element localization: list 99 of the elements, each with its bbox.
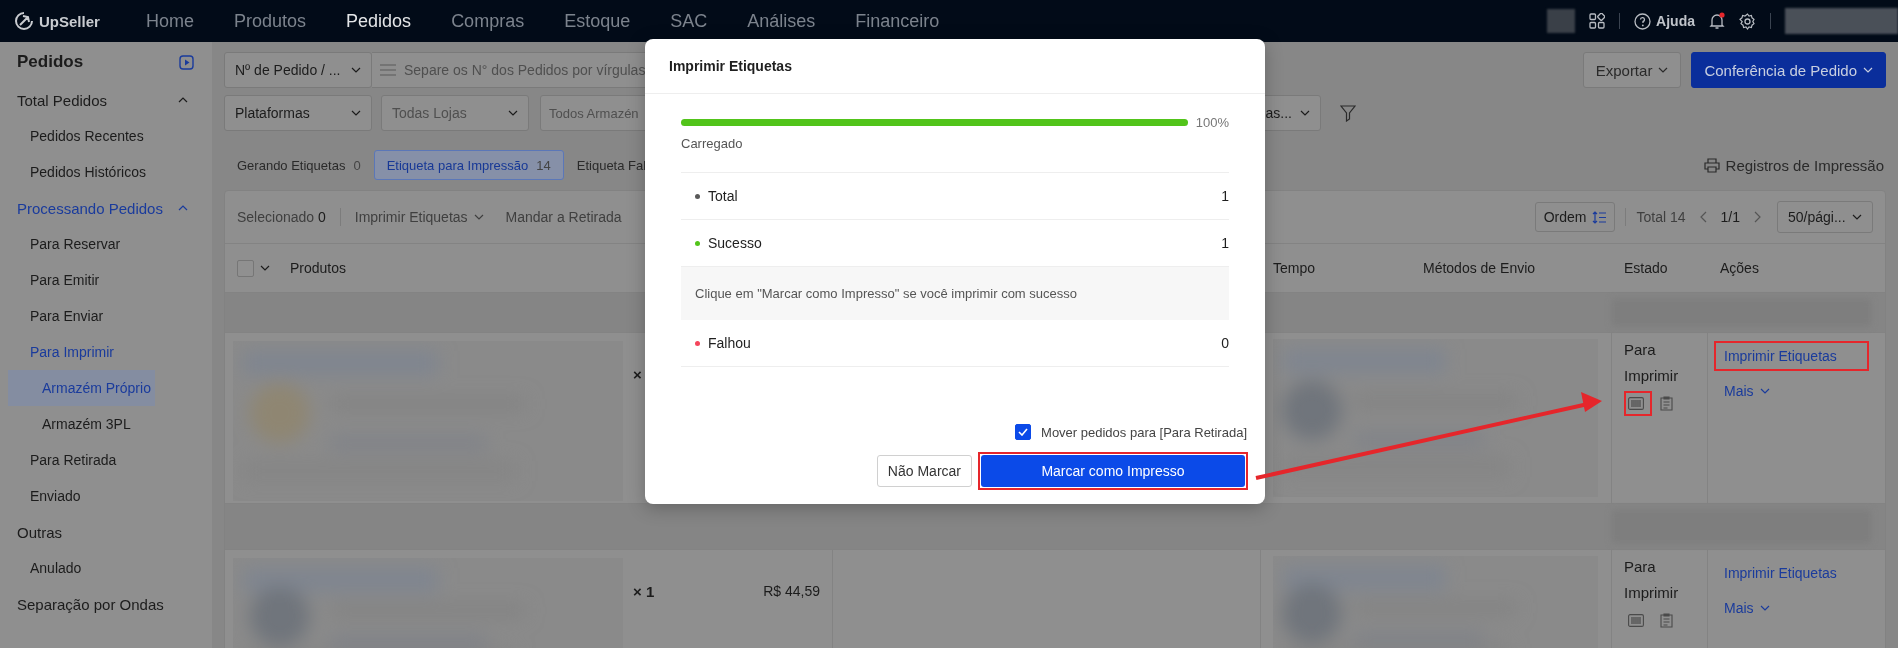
dont-mark-button[interactable]: Não Marcar	[876, 455, 972, 487]
help-link[interactable]: Ajuda	[1656, 13, 1695, 29]
sidebar-item[interactable]: Anulado	[0, 550, 212, 586]
nav-tab[interactable]: Compras	[431, 10, 545, 32]
list-icon	[380, 64, 396, 76]
logo-text: UpSeller	[39, 12, 100, 30]
result-label: Total	[708, 188, 738, 204]
more-link[interactable]: Mais	[1724, 383, 1754, 399]
nav-tab[interactable]: Estoque	[544, 10, 651, 32]
sidebar-item[interactable]: Processando Pedidos	[0, 190, 212, 226]
status-text: Para Imprimir	[1624, 557, 1680, 603]
sidebar-item[interactable]: Total Pedidos	[0, 82, 212, 118]
help-icon[interactable]	[1634, 12, 1652, 30]
mark-printed-button[interactable]: Marcar como Impresso	[981, 455, 1245, 487]
send-pickup-button[interactable]: Mandar a Retirada	[505, 209, 622, 225]
dialog-title: Imprimir Etiquetas	[669, 58, 792, 74]
sidebar-item[interactable]: Armazém 3PL	[0, 406, 212, 442]
sidebar-item[interactable]: Para Reservar	[0, 226, 212, 262]
blurred-block	[1547, 9, 1576, 33]
column-header: Ações	[1720, 260, 1759, 276]
sidebar-item[interactable]: Outras	[0, 514, 212, 550]
quantity: × 1	[633, 583, 656, 600]
selected-count: Selecionado 0	[237, 209, 326, 225]
checkbox[interactable]	[237, 259, 254, 277]
progress-caption: Carregado	[681, 136, 743, 151]
sidebar-item[interactable]: Para Enviar	[0, 298, 212, 334]
hint-note: Clique em "Marcar como Impresso" se você imprimir com sucesso	[681, 267, 1229, 320]
result-count: 1	[1221, 235, 1229, 251]
progress-reading: 100%	[1195, 115, 1229, 130]
nav-tab[interactable]: Pedidos	[326, 10, 432, 32]
chevron-down-icon	[260, 265, 270, 271]
order-button[interactable]: Ordem	[1534, 202, 1616, 232]
export-button[interactable]: Exportar	[1582, 52, 1682, 88]
filter-select[interactable]: Plataformas	[224, 95, 372, 131]
printer-icon	[1703, 157, 1720, 173]
chevron-down-icon	[1863, 67, 1873, 73]
barcode-icon[interactable]	[1628, 397, 1644, 410]
barcode-icon[interactable]	[1628, 614, 1644, 627]
filter-icon[interactable]	[1340, 104, 1356, 122]
chevron-down-icon	[351, 110, 361, 116]
logo-icon	[14, 11, 34, 31]
price: R$ 44,59	[762, 583, 821, 599]
clipboard-icon[interactable]	[1660, 396, 1673, 411]
sidebar-item[interactable]: Armazém Próprio	[8, 370, 155, 406]
settings-icon[interactable]	[1739, 12, 1756, 30]
nav-tab[interactable]: Análises	[727, 10, 836, 32]
checkbox-label: Mover pedidos para [Para Retirada]	[1041, 424, 1247, 440]
chevron-down-icon	[1852, 214, 1862, 220]
nav-tab[interactable]: Home	[126, 10, 214, 32]
nav-tab[interactable]: Financeiro	[835, 10, 960, 32]
quantity: ×	[633, 366, 643, 383]
more-link[interactable]: Mais	[1724, 600, 1754, 616]
sidebar-title: Pedidos	[17, 52, 84, 72]
column-header: Produtos	[290, 260, 347, 276]
clipboard-icon[interactable]	[1660, 613, 1673, 628]
sidebar-item[interactable]: Para Imprimir	[0, 334, 212, 370]
status-tab[interactable]: Etiqueta Fal	[563, 150, 660, 180]
print-labels-link[interactable]: Imprimir Etiquetas	[1724, 565, 1837, 581]
sidebar-item[interactable]: Para Emitir	[0, 262, 212, 298]
result-count: 1	[1221, 188, 1229, 204]
play-icon[interactable]	[179, 54, 194, 70]
total-count: Total 14	[1636, 209, 1686, 225]
sidebar-item[interactable]: Enviado	[0, 478, 212, 514]
sidebar-item[interactable]: Pedidos Históricos	[0, 154, 212, 190]
column-header: Métodos de Envio	[1423, 260, 1536, 276]
bell-icon[interactable]	[1709, 12, 1725, 30]
chevron-down-icon	[1759, 388, 1770, 394]
column-header: Tempo	[1273, 260, 1316, 276]
order-check-button[interactable]: Conferência de Pedido	[1691, 52, 1886, 88]
status-text: Para Imprimir	[1624, 340, 1680, 386]
chevron-down-icon	[473, 214, 484, 220]
grid-icon[interactable]	[1589, 13, 1606, 29]
check-icon	[1018, 428, 1029, 436]
chevron-down-icon	[1759, 605, 1770, 611]
chevron-down-icon	[1658, 67, 1669, 73]
column-header: Estado	[1624, 260, 1668, 276]
sidebar-item[interactable]: Para Retirada	[0, 442, 212, 478]
result-label: Falhou	[708, 335, 751, 351]
sort-icon	[1592, 210, 1607, 224]
nav-tab[interactable]: Produtos	[214, 10, 327, 32]
sidebar-item[interactable]: Pedidos Recentes	[0, 118, 212, 154]
print-labels-dropdown[interactable]: Imprimir Etiquetas	[354, 209, 484, 225]
chevron-left-icon[interactable]	[1699, 211, 1707, 223]
sidebar-item[interactable]: Separação por Ondas	[0, 586, 212, 622]
status-tab[interactable]: Gerando Etiquetas 0	[224, 150, 374, 180]
checkbox[interactable]	[1015, 424, 1032, 440]
page-size-select[interactable]: 50/pági...	[1777, 201, 1873, 233]
print-labels-link[interactable]: Imprimir Etiquetas	[1724, 348, 1837, 364]
search-type-select[interactable]: Nº de Pedido / ...	[224, 52, 372, 88]
result-count: 0	[1221, 335, 1229, 351]
chevron-down-icon	[1300, 110, 1310, 116]
nav-tab[interactable]: SAC	[650, 10, 728, 32]
chevron-down-icon	[351, 67, 361, 73]
chevron-down-icon	[508, 110, 518, 116]
chevron-right-icon[interactable]	[1754, 211, 1761, 223]
print-log-link[interactable]: Registros de Impressão	[1725, 156, 1884, 174]
result-label: Sucesso	[708, 235, 762, 251]
status-tab[interactable]: Etiqueta para Impressão 14	[373, 150, 564, 180]
page-indicator: 1/1	[1720, 209, 1740, 225]
